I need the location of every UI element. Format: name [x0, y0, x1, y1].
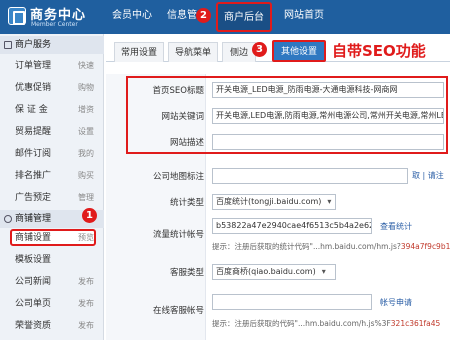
tab-other-settings[interactable]: 其他设置 — [272, 40, 326, 62]
cs-hint-code: 321c361fa45 — [390, 319, 441, 328]
sidebar-item-company-page[interactable]: 公司单页 发布 — [0, 294, 104, 314]
tab-nav-menu[interactable]: 导航菜单 — [168, 42, 218, 62]
stat-hint-text: 提示：注册后获取的统计代码"...hm.baidu.com/hm.js? — [212, 242, 401, 251]
sidebar-item-action[interactable]: 快速 — [78, 56, 94, 76]
sidebar-item-action[interactable]: 增资 — [78, 100, 94, 120]
logo-subtitle: Member Center — [31, 21, 78, 28]
sidebar-item-action[interactable]: 预览 — [78, 228, 94, 248]
description-label: 网站描述 — [169, 138, 204, 148]
seo-title-input[interactable]: 开关电源_LED电源_防雨电源-大通电源科技-网商网 — [212, 82, 444, 98]
sidebar-item-promotions[interactable]: 优惠促销 购物 — [0, 78, 104, 98]
row-cs-type: 客服类型 百度商桥(qiao.baidu.com) — [106, 262, 450, 286]
nav-member-center[interactable]: 会员中心 — [104, 0, 160, 34]
sidebar-item-ad-booking[interactable]: 广告预定 管理 — [0, 188, 104, 208]
row-keywords: 网站关键词 开关电源,LED电源,防雨电源,常州电源公司,常州开关电源,常州LE… — [106, 106, 450, 130]
cs-account-input[interactable] — [212, 294, 372, 310]
stat-account-input[interactable]: b53822a47e2940cae4f6513c5b4a2e62 — [212, 218, 372, 234]
row-seo-title: 首页SEO标题 开关电源_LED电源_防雨电源-大通电源科技-网商网 — [106, 80, 450, 104]
sidebar-item-label: 邮件订阅 — [15, 149, 52, 159]
sidebar-item-action[interactable]: 我的 — [78, 144, 94, 164]
annotation-callout: 自带SEO功能 — [332, 42, 426, 60]
apply-account-link[interactable]: 帐号申请 — [380, 297, 412, 308]
map-label: 公司地图标注 — [152, 172, 204, 182]
nav-merchant-backend[interactable]: 商户后台 — [216, 2, 272, 32]
row-cs-account: 在线客服帐号 帐号申请 提示：注册后获取的代码"...hm.baidu.com/… — [106, 290, 450, 334]
stat-type-label: 统计类型 — [169, 198, 204, 208]
sidebar-item-label: 公司新闻 — [15, 277, 52, 287]
sidebar-item-mail-subscribe[interactable]: 邮件订阅 我的 — [0, 144, 104, 164]
map-input[interactable] — [212, 168, 408, 184]
sidebar-item-label: 排名推广 — [15, 171, 52, 181]
cs-hint: 提示：注册后获取的代码"...hm.baidu.com/h.js%3F321c3… — [212, 318, 440, 329]
sidebar: 商户服务 订单管理 快速 优惠促销 购物 保 证 金 增资 贸易提醒 设置 邮件… — [0, 34, 104, 340]
stat-account-label: 流量统计帐号 — [152, 230, 204, 240]
row-map: 公司地图标注 取 | 请注 — [106, 166, 450, 190]
sidebar-item-action[interactable]: 发布 — [78, 316, 94, 336]
section-merchant-services[interactable]: 商户服务 — [0, 36, 104, 54]
stat-hint: 提示：注册后获取的统计代码"...hm.baidu.com/hm.js?394a… — [212, 241, 450, 252]
sidebar-item-action[interactable]: 管理 — [78, 188, 94, 208]
keywords-input[interactable]: 开关电源,LED电源,防雨电源,常州电源公司,常州开关电源,常州LED电源,常 — [212, 108, 444, 124]
seo-title-label: 首页SEO标题 — [152, 86, 204, 96]
sidebar-item-trade-alerts[interactable]: 贸易提醒 设置 — [0, 122, 104, 142]
section-title: 商铺管理 — [15, 214, 52, 224]
sidebar-item-label: 贸易提醒 — [15, 127, 52, 137]
row-stat-account: 流量统计帐号 b53822a47e2940cae4f6513c5b4a2e62 … — [106, 218, 450, 258]
description-input[interactable] — [212, 134, 444, 150]
sidebar-item-template[interactable]: 模板设置 — [0, 250, 104, 270]
folder-icon — [4, 41, 12, 49]
sidebar-item-action[interactable]: 发布 — [78, 294, 94, 314]
annotation-badge-2: 2 — [196, 8, 211, 23]
sidebar-item-action[interactable]: 设置 — [78, 122, 94, 142]
cs-hint-text: 提示：注册后获取的代码"...hm.baidu.com/h.js%3F — [212, 319, 391, 328]
cs-type-label: 客服类型 — [169, 268, 204, 278]
logo-icon — [8, 7, 26, 25]
sidebar-item-action[interactable]: 发布 — [78, 272, 94, 292]
cs-account-label: 在线客服帐号 — [152, 306, 204, 316]
logo[interactable]: 商务中心 Member Center — [0, 0, 102, 34]
row-description: 网站描述 — [106, 132, 450, 156]
tab-sidebar[interactable]: 侧边 — [222, 42, 256, 62]
stat-type-select[interactable]: 百度统计(tongji.baidu.com) — [212, 194, 336, 210]
cs-type-select[interactable]: 百度商桥(qiao.baidu.com) — [212, 264, 336, 280]
home-icon — [4, 215, 12, 223]
sidebar-item-orders[interactable]: 订单管理 快速 — [0, 56, 104, 76]
sidebar-item-company-news[interactable]: 公司新闻 发布 — [0, 272, 104, 292]
sidebar-item-label: 优惠促销 — [15, 83, 52, 93]
sidebar-item-label: 荣誉资质 — [15, 321, 52, 331]
sidebar-item-action[interactable]: 购物 — [78, 78, 94, 98]
sidebar-item-label: 订单管理 — [15, 61, 52, 71]
sidebar-item-label: 商铺设置 — [15, 233, 52, 243]
map-links[interactable]: 取 | 请注 — [412, 170, 444, 181]
sidebar-item-rank-promo[interactable]: 排名推广 购买 — [0, 166, 104, 186]
top-header: 商务中心 Member Center 会员中心 信息管 2 商户后台 网站首页 — [0, 0, 450, 34]
nav-site-home[interactable]: 网站首页 — [276, 0, 332, 34]
sidebar-item-shop-settings[interactable]: 商铺设置 预览 — [0, 228, 104, 248]
keywords-label: 网站关键词 — [161, 112, 204, 122]
row-stat-type: 统计类型 百度统计(tongji.baidu.com) — [106, 192, 450, 216]
view-stats-link[interactable]: 查看统计 — [380, 221, 412, 232]
stat-hint-code: 394a7f9c9b188 — [400, 242, 450, 251]
sidebar-item-label: 保 证 金 — [15, 105, 48, 115]
sidebar-item-label: 公司单页 — [15, 299, 52, 309]
section-title: 商户服务 — [15, 40, 52, 50]
sidebar-item-label: 模板设置 — [15, 255, 52, 265]
sidebar-item-deposit[interactable]: 保 证 金 增资 — [0, 100, 104, 120]
tab-common-settings[interactable]: 常用设置 — [114, 42, 164, 62]
annotation-badge-3: 3 — [252, 42, 267, 57]
sidebar-item-action[interactable]: 购买 — [78, 166, 94, 186]
sidebar-item-label: 广告预定 — [15, 193, 52, 203]
sidebar-item-honors[interactable]: 荣誉资质 发布 — [0, 316, 104, 336]
annotation-badge-1: 1 — [82, 208, 97, 223]
main-content: 常用设置 导航菜单 侧边 其他设置 3 自带SEO功能 首页SEO标题 开关电源… — [106, 34, 450, 340]
